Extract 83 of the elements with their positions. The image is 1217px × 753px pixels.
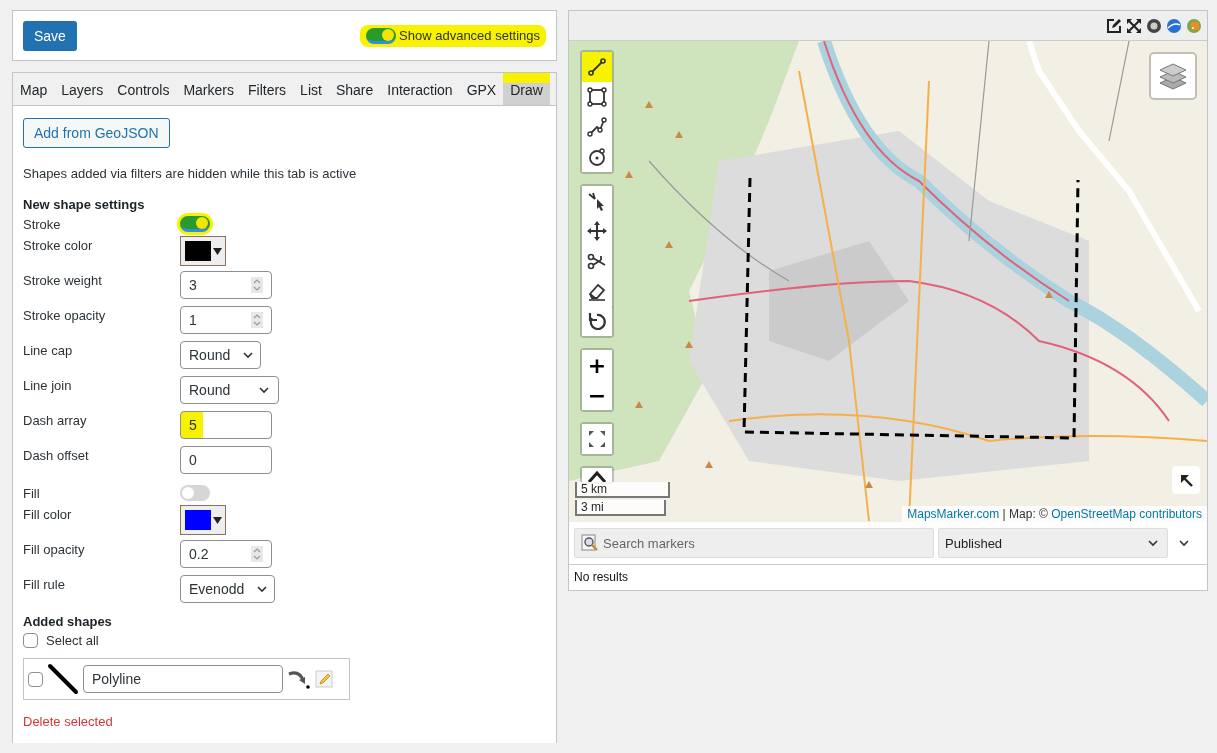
line-icon — [586, 56, 608, 78]
collapse-button[interactable] — [1172, 466, 1200, 494]
layers-button[interactable] — [1149, 52, 1197, 100]
field-label: Line join — [23, 377, 73, 393]
toggle-switch[interactable] — [180, 485, 210, 501]
chevron-icon — [1147, 538, 1159, 548]
toggle-switch[interactable] — [180, 216, 210, 232]
field-label: Fill rule — [23, 576, 66, 592]
tab[interactable]: GPX — [459, 73, 504, 105]
attribution-link[interactable]: MapsMarker.com — [907, 507, 1000, 521]
search-icon — [581, 534, 599, 552]
home-button[interactable] — [582, 468, 612, 482]
tab[interactable]: Filters — [240, 73, 294, 105]
attribution-link[interactable]: OpenStreetMap contributors — [1051, 507, 1202, 521]
disc-icon[interactable] — [1146, 17, 1162, 34]
layers-icon — [1158, 61, 1188, 91]
text-input[interactable]: 5 — [180, 411, 272, 439]
select-field[interactable]: Evenodd — [180, 575, 276, 603]
tab[interactable]: List — [293, 73, 329, 105]
edit-icon[interactable] — [1106, 17, 1122, 34]
tab[interactable]: Markers — [176, 73, 241, 105]
polyline-icon — [586, 116, 608, 138]
rotate-icon — [586, 310, 608, 332]
color-picker[interactable] — [180, 505, 226, 535]
checkbox-label: Select all — [46, 633, 99, 648]
field-label: Fill — [23, 485, 41, 501]
line-preview-icon — [47, 663, 79, 695]
scale-bar: 3 mi — [575, 500, 666, 516]
circle-icon — [586, 146, 608, 168]
search-field[interactable]: Search markers — [574, 528, 934, 558]
add-geojson-button[interactable]: Add from GeoJSON — [23, 118, 170, 148]
toggle-switch[interactable] — [366, 27, 397, 44]
checkbox[interactable] — [23, 633, 38, 648]
status-select[interactable]: Published — [938, 528, 1168, 558]
field-label: Stroke color — [23, 237, 94, 253]
tab[interactable]: Map — [13, 73, 55, 105]
fullscreen-button[interactable] — [582, 424, 612, 454]
color-picker[interactable] — [180, 236, 226, 266]
tab[interactable]: Draw — [503, 73, 550, 105]
rectangle-icon — [586, 86, 608, 108]
caret-icon — [213, 516, 222, 524]
move-icon — [586, 220, 608, 242]
arrow-icon — [1179, 473, 1193, 487]
curved-arrow-icon[interactable] — [287, 669, 311, 689]
line-tool-button[interactable] — [582, 52, 612, 82]
section-heading: New shape settings — [23, 197, 146, 212]
chevron-icon — [256, 584, 269, 594]
info-text: Shapes added via filters are hidden while this tab is active — [23, 166, 358, 181]
caret-icon — [213, 247, 222, 255]
delete-link[interactable]: Delete selected — [23, 714, 113, 729]
chevron-icon — [1178, 538, 1190, 548]
number-input[interactable]: 0.2 — [180, 540, 272, 568]
field-label: Stroke weight — [23, 272, 103, 288]
tab[interactable]: Controls — [110, 73, 177, 105]
checkbox[interactable] — [28, 671, 43, 687]
chevron-icon — [242, 350, 255, 360]
select-field[interactable]: Round — [180, 341, 262, 369]
fullscreen-icon[interactable] — [1126, 17, 1142, 34]
attribution-text: MapsMarker.com | Map: © OpenStreetMap contributors — [902, 506, 1207, 522]
fullscreen-icon — [587, 429, 607, 449]
select-field[interactable]: Round — [180, 376, 280, 404]
tab[interactable]: Layers — [54, 73, 111, 105]
text-input[interactable]: 0 — [180, 446, 272, 474]
field-label: Stroke — [23, 216, 62, 232]
field-label: Line cap — [23, 342, 74, 358]
field-label: Stroke opacity — [23, 307, 107, 323]
number-input[interactable]: 1 — [180, 306, 272, 334]
tab[interactable]: Share — [328, 73, 381, 105]
globe-icon[interactable] — [1166, 17, 1182, 34]
toggle-label: Show advanced settings — [399, 28, 540, 43]
shape-name-input[interactable]: Polyline — [83, 665, 283, 693]
scale-bar: 5 km — [575, 482, 670, 498]
field-label: Fill color — [23, 506, 73, 522]
field-label: Dash array — [23, 412, 88, 428]
section-heading: Added shapes — [23, 614, 113, 629]
field-label: Dash offset — [23, 447, 90, 463]
save-button[interactable]: Save — [23, 20, 77, 51]
number-input[interactable]: 3 — [180, 271, 272, 299]
empty-message: No results — [573, 569, 630, 586]
chevron-icon — [258, 385, 271, 395]
tab[interactable]: Interaction — [380, 73, 460, 105]
field-label: Fill opacity — [23, 541, 86, 557]
dashed-line-shape[interactable] — [741, 176, 1081, 441]
